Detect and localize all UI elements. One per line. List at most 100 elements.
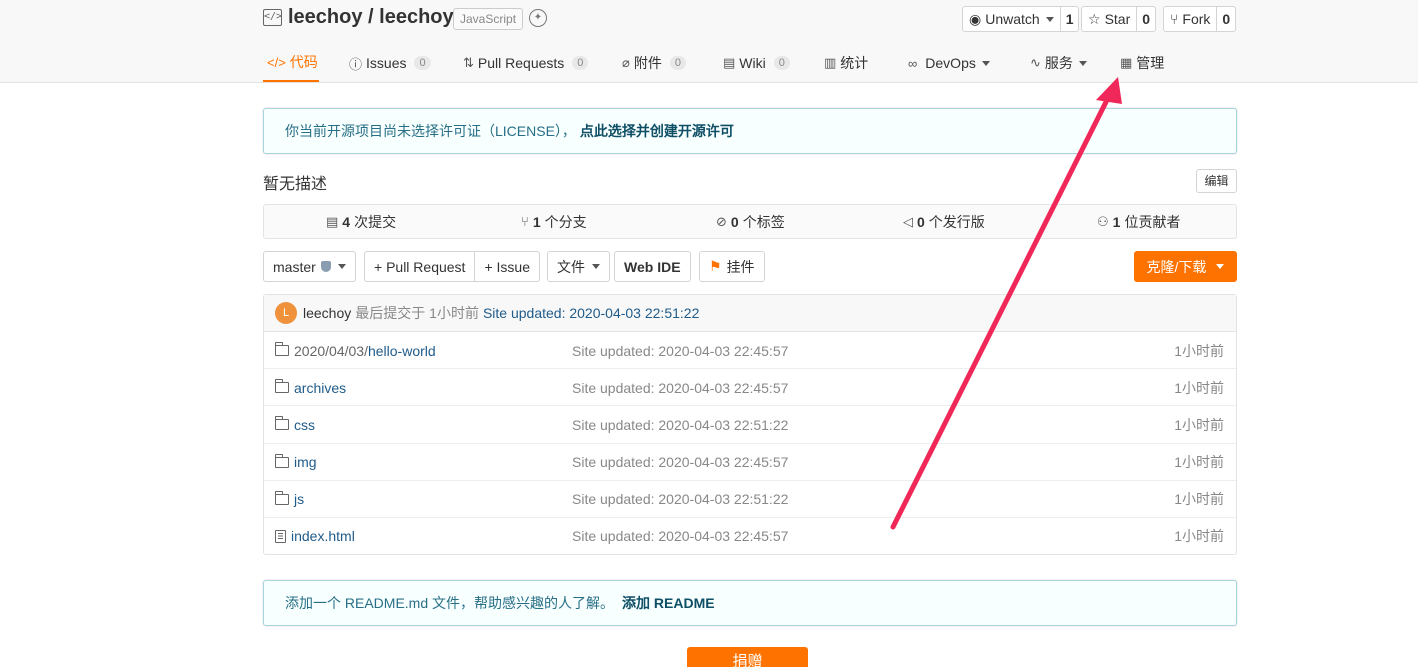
branch-select[interactable]: master: [263, 251, 356, 282]
file-commit-message[interactable]: Site updated: 2020-04-03 22:51:22: [572, 406, 788, 443]
release-icon: ◁: [903, 213, 913, 229]
create-license-link[interactable]: 点此选择并创建开源许可: [580, 121, 734, 141]
chevron-down-icon: [337, 264, 346, 269]
contributor-icon: ⚇: [1097, 213, 1109, 229]
stat-value: 1: [532, 213, 541, 230]
file-path-prefix[interactable]: 2020/04/03/: [294, 343, 368, 359]
file-row[interactable]: index.html Site updated: 2020-04-03 22:4…: [264, 518, 1236, 555]
folder-icon: [274, 379, 289, 394]
tab-label: 代码: [289, 54, 318, 70]
tab-wiki[interactable]: ▤ Wiki 0: [723, 44, 790, 82]
stat-value: 1: [1112, 213, 1121, 230]
clone-download-button[interactable]: 克隆/下载: [1134, 251, 1237, 282]
tab-label: 统计: [840, 55, 869, 71]
tab-services[interactable]: ∿ 服务: [1030, 44, 1087, 82]
stat-label: 位贡献者: [1124, 213, 1181, 230]
file-row[interactable]: 2020/04/03/hello-world Site updated: 202…: [264, 332, 1236, 370]
stat-value: 0: [730, 213, 739, 230]
file-name[interactable]: hello-world: [368, 343, 436, 359]
fork-count[interactable]: 0: [1216, 7, 1235, 31]
stat-label: 次提交: [354, 213, 397, 230]
repo-title[interactable]: leechoy / leechoy: [288, 6, 454, 29]
unwatch-button[interactable]: ◉ Unwatch 1: [962, 6, 1080, 32]
file-row[interactable]: img Site updated: 2020-04-03 22:45:57 1小…: [264, 444, 1236, 481]
tab-label: DevOps: [925, 55, 976, 71]
star-label: Star: [1104, 11, 1131, 27]
file-row[interactable]: archives Site updated: 2020-04-03 22:45:…: [264, 369, 1236, 407]
pull-request-icon: ⇅: [463, 55, 474, 70]
donate-button[interactable]: 捐赠: [687, 647, 808, 667]
tag-icon: ⊘: [716, 213, 727, 229]
add-readme-link[interactable]: 添加 README: [622, 593, 715, 613]
chevron-down-icon: [981, 60, 990, 66]
tab-label: 服务: [1044, 55, 1073, 71]
folder-icon: [274, 416, 289, 431]
commit-meta: 最后提交于 1小时前: [355, 305, 479, 321]
tab-badge: 0: [773, 56, 790, 70]
file-row[interactable]: css Site updated: 2020-04-03 22:51:22 1小…: [264, 406, 1236, 444]
stat-label: 个分支: [544, 213, 587, 230]
web-ide-button[interactable]: Web IDE: [614, 251, 691, 282]
repo-icon: </>: [263, 9, 282, 26]
fork-button[interactable]: ⑂ Fork 0: [1163, 6, 1237, 32]
new-issue-button[interactable]: + Issue: [474, 252, 539, 281]
eye-icon: ◉: [969, 10, 982, 27]
file-name[interactable]: img: [294, 454, 317, 470]
file-commit-message[interactable]: Site updated: 2020-04-03 22:45:57: [572, 332, 788, 369]
star-count[interactable]: 0: [1136, 7, 1155, 31]
folder-icon: [274, 490, 289, 505]
commit-author[interactable]: leechoy: [303, 305, 351, 321]
file-commit-message[interactable]: Site updated: 2020-04-03 22:45:57: [572, 518, 788, 555]
tab-pull-requests[interactable]: ⇅ Pull Requests 0: [463, 44, 589, 82]
license-notice-text: 你当前开源项目尚未选择许可证（LICENSE），: [285, 123, 576, 139]
file-name[interactable]: js: [294, 491, 304, 507]
star-button[interactable]: ☆ Star 0: [1081, 6, 1157, 32]
attachment-icon: ⌀: [622, 55, 630, 70]
file-name[interactable]: index.html: [291, 528, 355, 544]
tab-label: Issues: [366, 55, 407, 71]
stat-tags[interactable]: ⊘ 0 个标签: [716, 205, 785, 238]
folder-icon: [274, 342, 289, 356]
stat-contributors[interactable]: ⚇ 1 位贡献者: [1097, 205, 1180, 238]
stat-value: 4: [342, 213, 351, 230]
bookmark-icon: ⚑: [709, 258, 722, 274]
tab-issues[interactable]: ⓘ Issues 0: [349, 44, 431, 82]
stat-releases[interactable]: ◁ 0 个发行版: [903, 205, 985, 238]
tab-manage[interactable]: ▦ 管理: [1120, 44, 1164, 82]
tab-label: Pull Requests: [477, 55, 565, 71]
service-icon: ∿: [1030, 55, 1041, 70]
file-commit-message[interactable]: Site updated: 2020-04-03 22:45:57: [572, 369, 788, 406]
file-commit-message[interactable]: Site updated: 2020-04-03 22:45:57: [572, 444, 788, 481]
tab-devops[interactable]: ∞ DevOps: [908, 44, 990, 82]
tab-stats[interactable]: ▥ 统计: [824, 44, 868, 82]
edit-description-button[interactable]: 编辑: [1196, 169, 1237, 193]
devops-icon: ∞: [908, 55, 918, 71]
stat-label: 个发行版: [928, 213, 985, 230]
repo-description: 暂无描述: [263, 176, 328, 193]
stats-icon: ▥: [824, 55, 837, 70]
file-commit-message[interactable]: Site updated: 2020-04-03 22:51:22: [572, 481, 788, 518]
file-name[interactable]: css: [294, 417, 315, 433]
file-row[interactable]: js Site updated: 2020-04-03 22:51:22 1小时…: [264, 481, 1236, 518]
stat-commits[interactable]: ▤ 4 次提交: [326, 205, 396, 238]
new-pull-request-button[interactable]: + Pull Request: [365, 252, 474, 281]
recommend-icon[interactable]: ✦: [529, 9, 547, 27]
file-time: 1小时前: [1174, 454, 1224, 471]
commit-message[interactable]: Site updated: 2020-04-03 22:51:22: [483, 305, 699, 321]
files-dropdown[interactable]: 文件: [547, 251, 610, 282]
language-badge[interactable]: JavaScript: [453, 8, 524, 30]
code-icon: </>: [267, 54, 286, 70]
avatar[interactable]: L: [275, 302, 297, 324]
tab-badge: 0: [572, 56, 589, 70]
file-name[interactable]: archives: [294, 380, 346, 396]
tab-code[interactable]: </> 代码: [263, 44, 319, 82]
stat-branches[interactable]: ⑂ 1 个分支: [521, 205, 587, 238]
readme-notice-text: 添加一个 README.md 文件，帮助感兴趣的人了解。: [285, 595, 615, 611]
watch-count[interactable]: 1: [1059, 7, 1079, 31]
star-icon: ☆: [1088, 10, 1101, 27]
file-time: 1小时前: [1174, 528, 1224, 545]
tab-attachments[interactable]: ⌀ 附件 0: [622, 44, 686, 82]
chevron-down-icon: [1216, 264, 1225, 269]
files-label: 文件: [557, 258, 585, 275]
widget-button[interactable]: ⚑ 挂件: [699, 251, 765, 282]
